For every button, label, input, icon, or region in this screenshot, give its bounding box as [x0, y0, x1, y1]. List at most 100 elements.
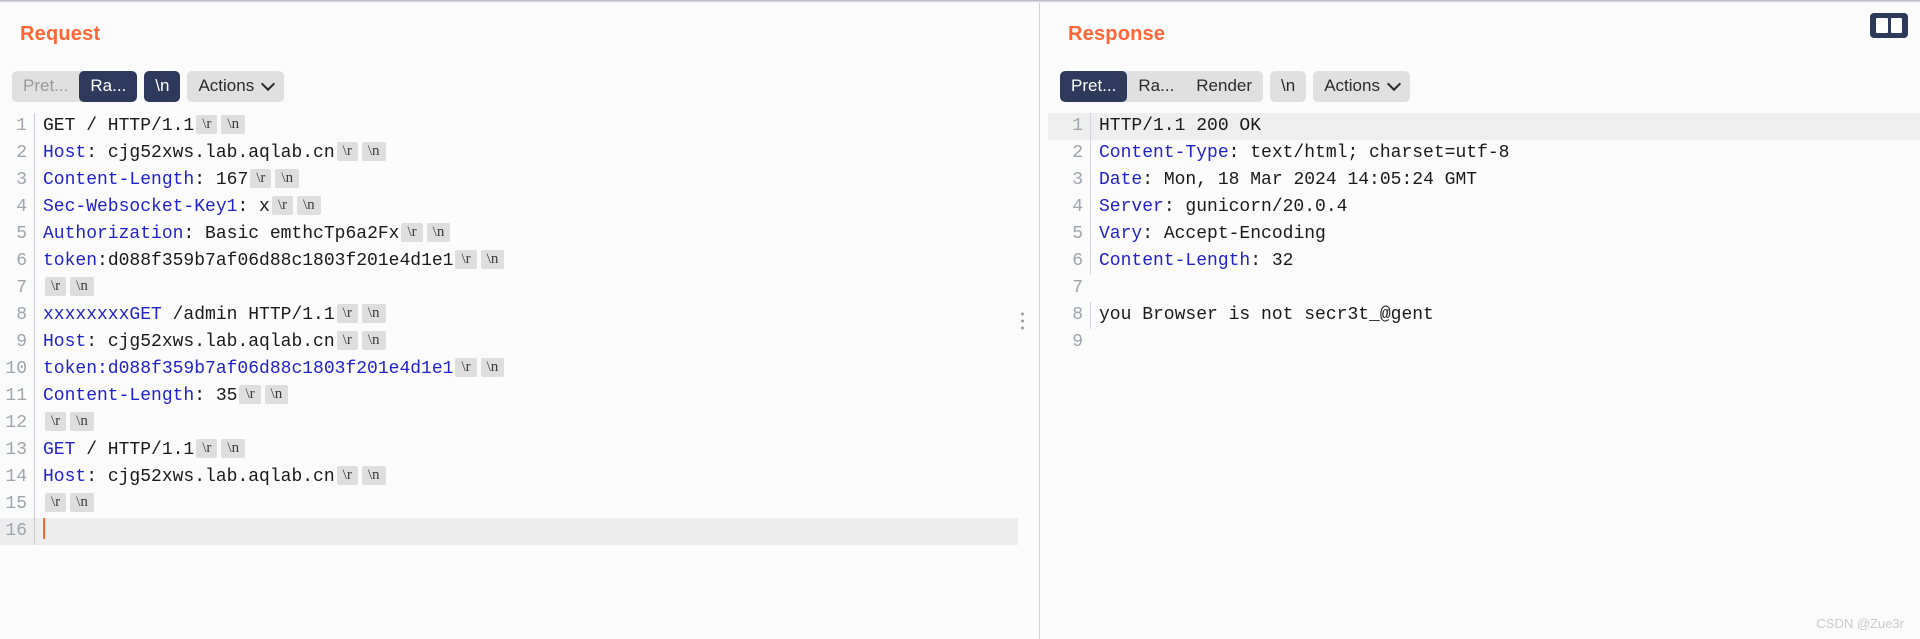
control-char-token: \n — [70, 412, 94, 431]
code-line[interactable]: 4 Server: gunicorn/20.0.4 — [1048, 194, 1920, 221]
response-newline-toggle[interactable]: \n — [1270, 71, 1307, 102]
code-line-content: token:d088f359b7af06d88c1803f201e4d1e1 \r… — [34, 356, 1018, 383]
control-char-token: \r — [45, 412, 67, 431]
code-line[interactable]: 1 GET / HTTP/1.1 \r \n — [0, 113, 1018, 140]
line-number: 9 — [16, 332, 27, 352]
request-actions-button[interactable]: Actions — [187, 71, 285, 102]
tab-request-pretty[interactable]: Pret... — [12, 71, 79, 102]
request-newline-toggle[interactable]: \n — [144, 71, 181, 102]
code-line[interactable]: 13 GET / HTTP/1.1 \r \n — [0, 437, 1018, 464]
control-char-token: \r — [336, 331, 358, 350]
line-number: 10 — [5, 359, 27, 379]
code-line[interactable]: 4 Sec-Websocket-Key1: x \r \n — [0, 194, 1018, 221]
pane-resize-handle[interactable] — [1021, 309, 1025, 334]
header-value-token: : 32 — [1250, 251, 1294, 271]
response-editor[interactable]: 1 HTTP/1.1 200 OK 2 Content-Type: text/html… — [1048, 113, 1920, 639]
code-line[interactable]: 1 HTTP/1.1 200 OK — [1048, 113, 1920, 140]
layout-right-block — [1890, 18, 1902, 33]
header-name-token: token — [43, 251, 98, 271]
code-line[interactable]: 6 Content-Length: 32 — [1048, 248, 1920, 275]
request-editor[interactable]: 1 GET / HTTP/1.1 \r \n 2 Host: cjg52xws.lab.a… — [0, 113, 1018, 639]
code-line[interactable]: 7 — [1048, 275, 1920, 302]
code-line[interactable]: 8 you Browser is not secr3t_@gent — [1048, 302, 1920, 329]
response-title: Response — [1068, 23, 1166, 45]
control-char-token: \n — [361, 331, 386, 350]
header-value-token: :d088f359b7af06d88c1803f201e4d1e1 — [97, 251, 454, 271]
header-value-token: : 35 — [194, 386, 238, 406]
code-line[interactable]: 5 Vary: Accept-Encoding — [1048, 221, 1920, 248]
header-name-token: Authorization — [43, 224, 184, 244]
line-number: 5 — [1072, 224, 1083, 244]
control-char-token: \n — [264, 385, 289, 404]
code-line[interactable]: 9 Host: cjg52xws.lab.aqlab.cn \r \n — [0, 329, 1018, 356]
code-line[interactable]: 5 Authorization: Basic emthcTp6a2Fx \r \n — [0, 221, 1018, 248]
control-char-token: \r — [401, 223, 423, 242]
code-line[interactable]: 16 — [0, 518, 1018, 545]
line-number: 2 — [16, 143, 27, 163]
code-line-content: Server: gunicorn/20.0.4 — [1090, 194, 1920, 221]
code-line[interactable]: 14 Host: cjg52xws.lab.aqlab.cn \r \n — [0, 464, 1018, 491]
code-line-content: HTTP/1.1 200 OK — [1090, 113, 1920, 140]
header-name-token: Server — [1099, 197, 1164, 217]
code-line[interactable]: 12 \r \n — [0, 410, 1018, 437]
tab-response-raw[interactable]: Ra... — [1127, 71, 1185, 102]
layout-left-block — [1876, 18, 1888, 33]
header-name-token: GET — [43, 440, 76, 460]
code-line-content: you Browser is not secr3t_@gent — [1090, 302, 1920, 329]
header-value-token: : cjg52xws.lab.aqlab.cn — [86, 143, 335, 163]
control-char-token: \r — [271, 196, 294, 215]
control-char-token: \n — [361, 142, 386, 161]
code-line[interactable]: 7 \r \n — [0, 275, 1018, 302]
response-pane: Response Pret... Ra... Render \n Actions… — [1040, 3, 1920, 639]
code-line[interactable]: 8 xxxxxxxxGET /admin HTTP/1.1 \r \n — [0, 302, 1018, 329]
line-number: 16 — [5, 521, 27, 541]
control-char-token: \n — [361, 466, 386, 485]
line-number: 8 — [1072, 305, 1083, 325]
request-response-split: Request Pret... Ra... \n Actions 1 GET / … — [0, 3, 1920, 639]
request-view-tabs[interactable]: Pret... Ra... — [12, 71, 138, 102]
code-line[interactable]: 15 \r \n — [0, 491, 1018, 518]
control-char-token: \n — [480, 250, 505, 269]
code-line-content: Date: Mon, 18 Mar 2024 14:05:24 GMT — [1090, 167, 1920, 194]
line-number: 12 — [5, 413, 27, 433]
code-line-content: Content-Length: 32 — [1090, 248, 1920, 275]
tab-request-raw[interactable]: Ra... — [79, 71, 138, 102]
line-number: 6 — [1072, 251, 1083, 271]
control-char-token: \n — [426, 223, 451, 242]
response-view-tabs[interactable]: Pret... Ra... Render — [1060, 71, 1264, 102]
header-value-token: : 167 — [194, 170, 249, 190]
control-char-token: \n — [275, 169, 300, 188]
line-number: 7 — [1072, 278, 1083, 298]
code-line-content: token:d088f359b7af06d88c1803f201e4d1e1 \r… — [34, 248, 1018, 275]
code-line-content: Vary: Accept-Encoding — [1090, 221, 1920, 248]
code-line[interactable]: 9 — [1048, 329, 1920, 356]
control-char-token: \n — [70, 277, 94, 296]
tab-response-pretty[interactable]: Pret... — [1060, 71, 1128, 102]
code-line-content: Host: cjg52xws.lab.aqlab.cn \r \n — [34, 329, 1018, 356]
line-number: 6 — [16, 251, 27, 271]
code-line[interactable]: 2 Host: cjg52xws.lab.aqlab.cn \r \n — [0, 140, 1018, 167]
request-toolbar: Pret... Ra... \n Actions — [12, 71, 285, 102]
code-line[interactable]: 11 Content-Length: 35 \r \n — [0, 383, 1018, 410]
line-number: 13 — [5, 440, 27, 460]
code-line[interactable]: 3 Date: Mon, 18 Mar 2024 14:05:24 GMT — [1048, 167, 1920, 194]
line-number: 4 — [16, 197, 27, 217]
code-line[interactable]: 3 Content-Length: 167 \r \n — [0, 167, 1018, 194]
code-line-content: Content-Length: 167 \r \n — [34, 167, 1018, 194]
code-line[interactable]: 10 token:d088f359b7af06d88c1803f201e4d1e1… — [0, 356, 1018, 383]
header-value-token: : Accept-Encoding — [1142, 224, 1326, 244]
line-number: 14 — [5, 467, 27, 487]
code-line-content: GET / HTTP/1.1 \r \n — [34, 437, 1018, 464]
control-char-token: \r — [336, 142, 358, 161]
control-char-token: \r — [45, 277, 67, 296]
header-name-token: Content-Length — [1099, 251, 1251, 271]
code-line-content: Content-Length: 35 \r \n — [34, 383, 1018, 410]
split-pane-layout-icon[interactable] — [1870, 13, 1908, 38]
line-number: 3 — [16, 170, 27, 190]
code-line[interactable]: 2 Content-Type: text/html; charset=utf-8 — [1048, 140, 1920, 167]
request-actions-label: Actions — [198, 76, 255, 95]
response-actions-button[interactable]: Actions — [1313, 71, 1410, 102]
tab-response-render[interactable]: Render — [1185, 71, 1263, 102]
code-line-content: Host: cjg52xws.lab.aqlab.cn \r \n — [34, 140, 1018, 167]
code-line[interactable]: 6 token:d088f359b7af06d88c1803f201e4d1e1 \… — [0, 248, 1018, 275]
